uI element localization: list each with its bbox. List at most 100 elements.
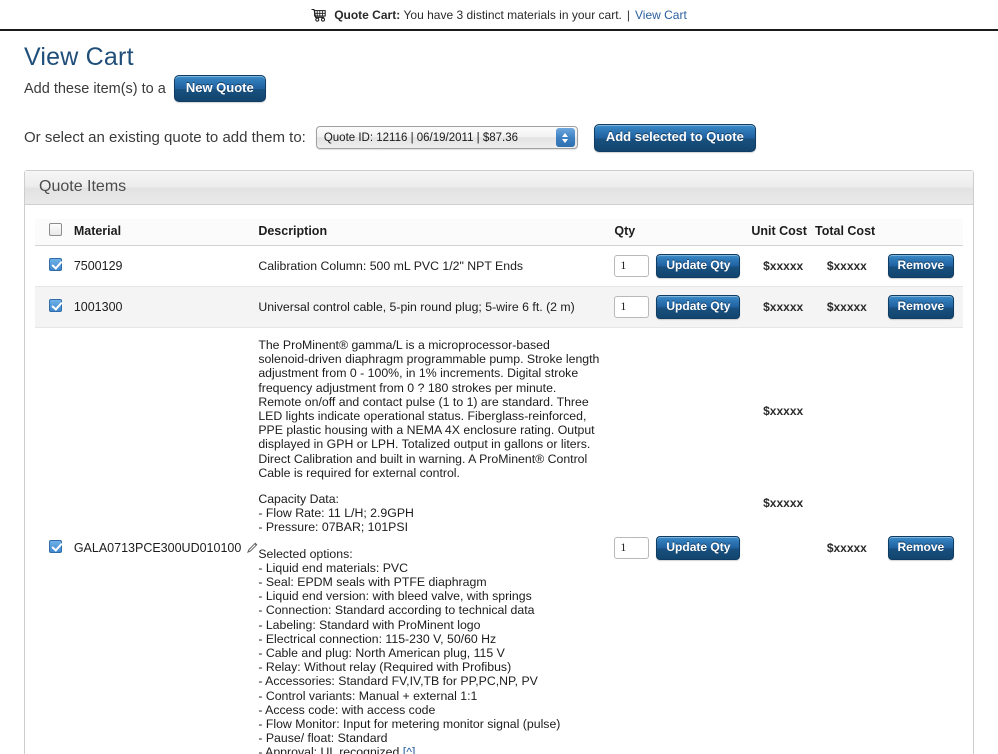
row-description-cell: The ProMinent® gamma/L is a microprocess… [258,327,615,754]
quote-cart-label: Quote Cart: [334,7,401,22]
total-cost-value: $xxxxx [826,258,867,273]
capacity-data-block: Capacity Data: - Flow Rate: 11 L/H; 2.9G… [258,492,600,535]
row-total-cost-cell: $xxxxx [815,245,879,287]
chevron-updown-icon [555,128,575,148]
update-qty-button[interactable]: Update Qty [656,535,741,560]
new-quote-button[interactable]: New Quote [173,75,266,103]
row-unit-cost-cell: $xxxxx [751,286,815,328]
row-material-cell: 1001300 [73,286,259,328]
table-body: 7500129 Calibration Column: 500 mL PVC 1… [35,245,963,754]
selected-options-block: Selected options: - Liquid end materials… [258,547,600,754]
material-description: Calibration Column: 500 mL PVC 1/2" NPT … [258,258,524,273]
table-row: 7500129 Calibration Column: 500 mL PVC 1… [35,245,963,287]
row-unit-cost-cell: $xxxxx $xxxxx [751,327,815,754]
add-selected-to-quote-button[interactable]: Add selected to Quote [593,124,756,152]
quote-cart-message: You have 3 distinct materials in your ca… [403,7,622,22]
material-number: GALA0713PCE300UD010100 [73,540,242,555]
qty-input[interactable] [614,536,650,559]
qty-input[interactable] [614,295,650,318]
total-cost-value: $xxxxx [826,540,867,555]
existing-quote-label: Or select an existing quote to add them … [24,129,306,147]
material-number: 1001300 [73,299,123,314]
remove-button[interactable]: Remove [887,535,955,560]
approval-line: - Approval: UL recognized [258,745,400,754]
row-unit-cost-cell: $xxxxx [751,245,815,287]
option-line: - Accessories: Standard FV,IV,TB for PP,… [258,674,538,689]
capacity-line: - Pressure: 07BAR; 101PSI [258,520,408,535]
unit-cost-value: $xxxxx [763,258,804,273]
edit-pencil-icon[interactable] [247,542,258,554]
row-checkbox[interactable] [49,539,62,553]
option-line: - Liquid end materials: PVC [258,560,408,575]
existing-quote-selected-value: Quote ID: 12116 | 06/19/2011 | $87.36 [323,131,519,144]
column-header-total-cost: Total Cost [815,218,879,246]
row-material-cell: GALA0713PCE300UD010100 [73,327,259,754]
table-row: 1001300 Universal control cable, 5-pin r… [35,286,963,328]
row-checkbox[interactable] [49,257,62,271]
update-qty-button[interactable]: Update Qty [656,294,741,319]
view-cart-link[interactable]: View Cart [635,8,687,22]
add-items-label: Add these item(s) to a [24,80,166,97]
row-actions-cell: Remove [878,245,963,287]
select-all-header [35,218,74,246]
option-line: - Electrical connection: 115-230 V, 50/6… [258,631,497,646]
row-total-cost-cell: $xxxxx [815,286,879,328]
column-header-description: Description [258,218,615,246]
remove-button[interactable]: Remove [887,294,955,319]
table-header: Material Description Qty Unit Cost Total… [35,218,963,246]
existing-quote-select[interactable]: Quote ID: 12116 | 06/19/2011 | $87.36 [315,126,578,150]
row-select-cell [35,245,74,287]
capacity-heading: Capacity Data: [258,492,339,506]
quote-cart-banner: Quote Cart: You have 3 distinct material… [0,0,998,31]
option-line: - Access code: with access code [258,702,436,717]
row-select-cell [35,286,74,328]
option-line: - Liquid end version: with bleed valve, … [258,589,532,604]
material-number: 7500129 [73,258,123,273]
option-line: - Labeling: Standard with ProMinent logo [258,617,481,632]
add-items-row: Add these item(s) to a New Quote [24,75,974,103]
column-header-material: Material [73,218,259,246]
row-checkbox[interactable] [49,298,62,312]
unit-cost-value: $xxxxx [763,299,804,314]
update-qty-button[interactable]: Update Qty [656,253,741,278]
material-description: Universal control cable, 5-pin round plu… [258,299,575,314]
existing-quote-row: Or select an existing quote to add them … [24,124,974,152]
row-select-cell [35,327,74,754]
page-title: View Cart [24,43,134,71]
row-qty-cell: Update Qty [614,327,752,754]
banner-separator: | [626,7,630,22]
quote-items-table: Material Description Qty Unit Cost Total… [35,218,963,754]
quote-items-panel: Quote Items Material Description Qty Uni… [24,169,974,754]
unit-cost-value: $xxxxx [763,495,804,510]
table-header-row: Material Description Qty Unit Cost Total… [35,218,963,246]
row-actions-cell: Remove [878,286,963,328]
option-line: - Cable and plug: North American plug, 1… [258,646,505,661]
material-description: The ProMinent® gamma/L is a microprocess… [258,337,600,480]
option-line: - Pause/ float: Standard [258,731,388,746]
qty-input[interactable] [614,254,650,277]
option-line: - Connection: Standard according to tech… [258,603,535,618]
unit-cost-value-top: $xxxxx [763,403,804,418]
quote-items-panel-body: Material Description Qty Unit Cost Total… [25,205,973,754]
collapse-description-link[interactable]: [^] [403,745,416,754]
column-header-actions [878,218,963,246]
row-qty-cell: Update Qty [614,286,752,328]
table-row: GALA0713PCE300UD010100 The ProMinent® ga… [35,327,963,754]
select-all-checkbox[interactable] [49,222,62,236]
shopping-cart-icon [311,8,327,24]
remove-button[interactable]: Remove [887,253,955,278]
capacity-line: - Flow Rate: 11 L/H; 2.9GPH [258,506,414,521]
column-header-unit-cost: Unit Cost [751,218,815,246]
row-description-cell: Calibration Column: 500 mL PVC 1/2" NPT … [258,245,615,287]
column-header-qty: Qty [614,218,752,246]
option-line: - Flow Monitor: Input for metering monit… [258,717,561,732]
total-cost-value: $xxxxx [826,299,867,314]
option-line: - Relay: Without relay (Required with Pr… [258,660,512,675]
row-description-cell: Universal control cable, 5-pin round plu… [258,286,615,328]
option-line: - Seal: EPDM seals with PTFE diaphragm [258,575,487,590]
row-qty-cell: Update Qty [614,245,752,287]
options-heading: Selected options: [258,546,353,561]
row-actions-cell: Remove [878,327,963,754]
option-line: - Control variants: Manual + external 1:… [258,688,478,703]
row-total-cost-cell: $xxxxx [815,327,879,754]
